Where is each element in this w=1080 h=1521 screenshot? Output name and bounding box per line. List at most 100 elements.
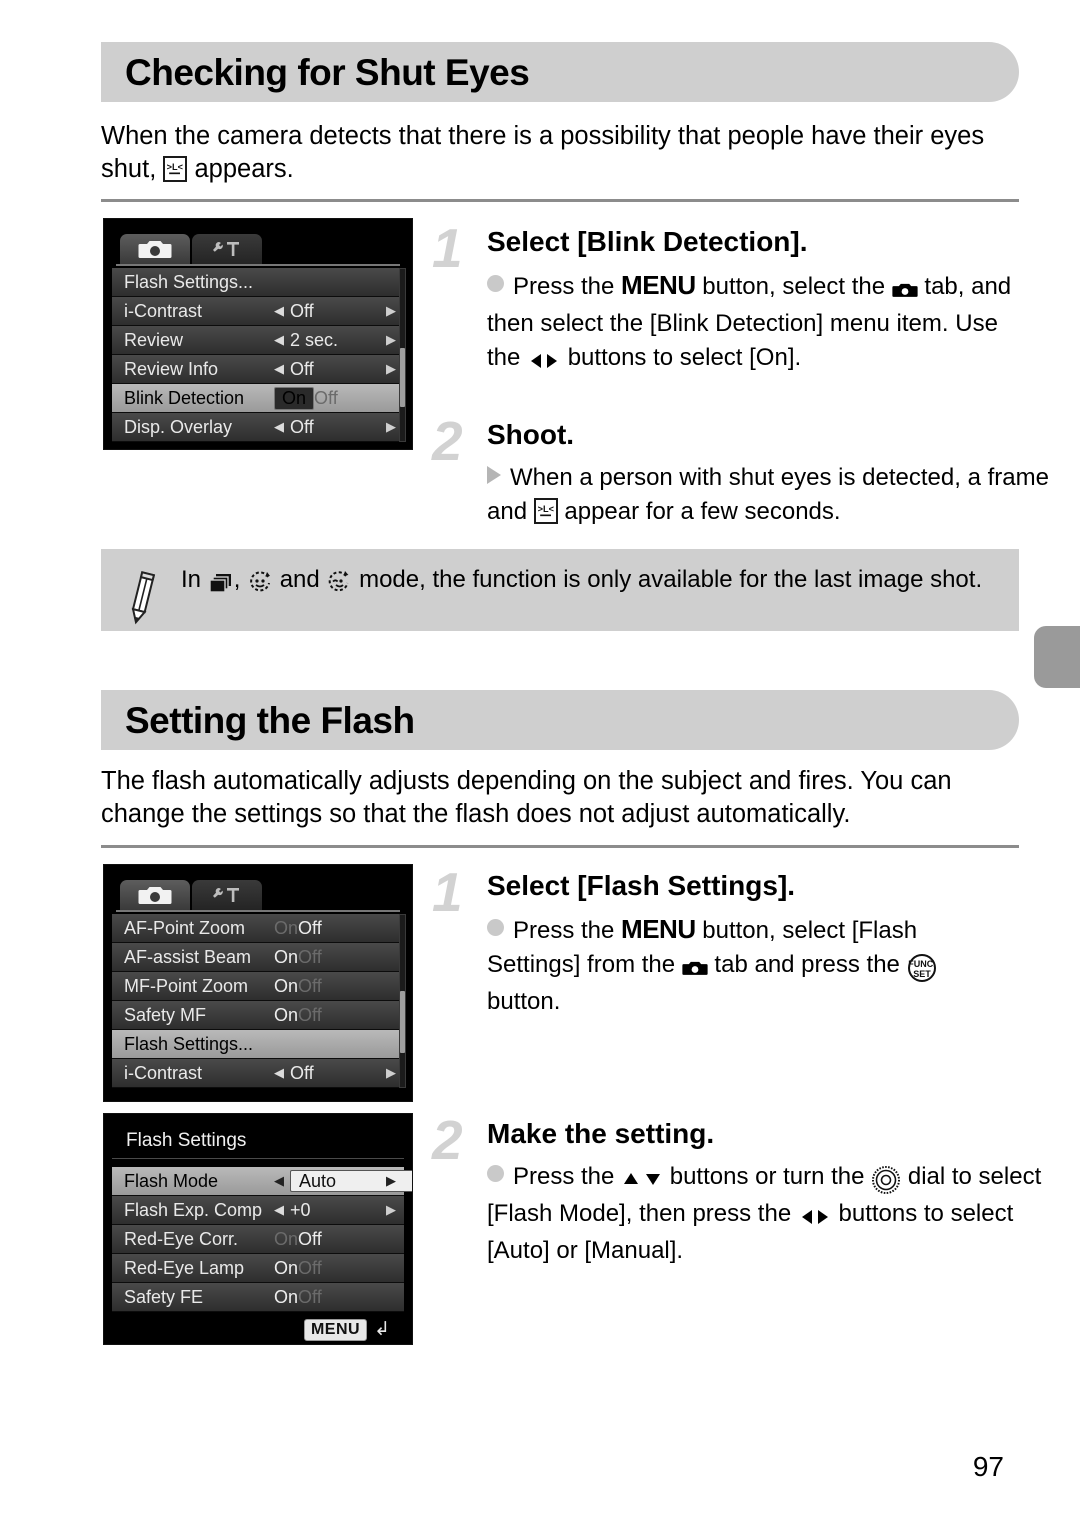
menu-tab-strip xyxy=(120,878,404,910)
menu-row[interactable]: Blink Detection On Off xyxy=(112,384,404,413)
option-off[interactable]: Off xyxy=(298,1229,322,1250)
menu-row[interactable]: Review Info ◀ Off ▶ xyxy=(112,355,404,384)
menu-row[interactable]: Review ◀ 2 sec. ▶ xyxy=(112,326,404,355)
left-arrow-icon[interactable]: ◀ xyxy=(274,1173,284,1189)
scrollbar-thumb[interactable] xyxy=(400,348,405,407)
menu-row[interactable]: Flash Mode ◀ Auto ▶ xyxy=(112,1167,412,1196)
control-dial-icon xyxy=(871,1163,901,1197)
menu-row-label: i-Contrast xyxy=(124,300,203,321)
option-off[interactable]: Off xyxy=(298,1287,322,1308)
left-arrow-icon[interactable]: ◀ xyxy=(274,1202,284,1218)
section-header-flash: Setting the Flash xyxy=(101,690,1019,750)
option-off[interactable]: Off xyxy=(298,947,322,968)
menu-row-value: On Off xyxy=(274,1258,404,1279)
menu-row[interactable]: Flash Exp. Comp ◀ +0 ▶ xyxy=(112,1196,404,1225)
camera-tab-icon xyxy=(892,273,918,307)
right-arrow-icon[interactable]: ▶ xyxy=(386,1173,396,1189)
right-arrow-icon[interactable]: ▶ xyxy=(386,419,396,435)
menu-row-label: MF-Point Zoom xyxy=(124,975,249,996)
settings-tab[interactable] xyxy=(192,234,262,264)
menu-row-label: Flash Exp. Comp xyxy=(124,1199,263,1220)
menu-row[interactable]: i-Contrast ◀ Off ▶ xyxy=(112,1059,404,1088)
bullet-triangle-icon xyxy=(487,466,501,484)
menu-row[interactable]: i-Contrast ◀ Off ▶ xyxy=(112,297,404,326)
option-off[interactable]: Off xyxy=(298,976,322,997)
menu-row-label: Flash Settings... xyxy=(124,1033,254,1054)
menu-row-value: On Off xyxy=(274,1005,404,1026)
svg-text:>L<: >L< xyxy=(537,504,553,514)
option-on[interactable]: On xyxy=(274,947,298,968)
menu-scrollbar[interactable] xyxy=(399,268,406,442)
right-arrow-icon[interactable]: ▶ xyxy=(386,332,396,348)
page-number: 97 xyxy=(972,1451,1004,1482)
step-body: Press the buttons or turn the dial to se… xyxy=(487,1160,1067,1268)
tab-underline xyxy=(116,910,400,912)
screenshot-shooting-menu-flash: AF-Point Zoom On Off AF-assist Beam On Off MF-… xyxy=(103,864,413,1102)
menu-row[interactable]: Flash Settings... xyxy=(112,268,404,297)
left-arrow-icon[interactable]: ◀ xyxy=(274,361,284,377)
scrollbar-thumb[interactable] xyxy=(400,990,405,1053)
dialog-title: Flash Settings xyxy=(112,1124,404,1159)
left-arrow-icon[interactable]: ◀ xyxy=(274,332,284,348)
menu-row[interactable]: Flash Settings... xyxy=(112,1030,404,1059)
option-on[interactable]: On xyxy=(274,918,298,939)
menu-row-label: Review xyxy=(124,329,184,350)
menu-scrollbar[interactable] xyxy=(399,914,406,1088)
menu-row-label: AF-Point Zoom xyxy=(124,917,246,938)
option-off[interactable]: Off xyxy=(314,388,338,409)
menu-row-label: Safety FE xyxy=(124,1286,204,1307)
step-title: Shoot. xyxy=(487,419,575,450)
step-title: Select [Flash Settings]. xyxy=(487,870,796,901)
camera-tab[interactable] xyxy=(120,880,190,910)
step-text-1: Press the xyxy=(513,273,622,300)
note-text: In , and mode, the function is only avai… xyxy=(181,563,982,599)
section-header-blink: Checking for Shut Eyes xyxy=(101,42,1019,102)
camera-tab[interactable] xyxy=(120,234,190,264)
option-off[interactable]: Off xyxy=(298,1005,322,1026)
menu-row[interactable]: Red-Eye Lamp On Off xyxy=(112,1254,404,1283)
option-on[interactable]: On xyxy=(274,1258,298,1279)
menu-row-label: Safety MF xyxy=(124,1004,207,1025)
step-number: 2 xyxy=(432,410,463,472)
step-text-2: button, select the xyxy=(695,273,892,300)
menu-row-label: Review Info xyxy=(124,358,219,379)
menu-row-setting: +0 xyxy=(290,1199,311,1220)
menu-row-value: On Off xyxy=(274,976,404,997)
pencil-icon xyxy=(119,563,181,634)
left-arrow-icon[interactable]: ◀ xyxy=(274,1065,284,1081)
menu-row[interactable]: Red-Eye Corr. On Off xyxy=(112,1225,404,1254)
note-text-before: In xyxy=(181,566,202,593)
option-off[interactable]: Off xyxy=(298,1258,322,1279)
menu-row[interactable]: MF-Point Zoom On Off xyxy=(112,972,404,1001)
menu-return-hint: MENU ↲ xyxy=(112,1312,404,1343)
step-title: Select [Blink Detection]. xyxy=(487,226,808,257)
menu-row-value: On Off xyxy=(274,1287,404,1308)
right-arrow-icon[interactable]: ▶ xyxy=(386,303,396,319)
menu-row-value: ◀ Off xyxy=(274,359,404,380)
menu-row-label: Flash Settings... xyxy=(124,271,254,292)
screenshot-shooting-menu-blink: Flash Settings... i-Contrast ◀ Off ▶ Review ◀ 2… xyxy=(103,218,413,450)
right-arrow-icon[interactable]: ▶ xyxy=(386,1202,396,1218)
note-comma: , xyxy=(233,566,241,593)
menu-row[interactable]: AF-Point Zoom On Off xyxy=(112,914,404,943)
option-on[interactable]: On xyxy=(274,1287,298,1308)
menu-row[interactable]: Disp. Overlay ◀ Off ▶ xyxy=(112,413,404,442)
right-arrow-icon[interactable]: ▶ xyxy=(386,361,396,377)
right-arrow-icon[interactable]: ▶ xyxy=(386,1065,396,1081)
menu-row[interactable]: Safety MF On Off xyxy=(112,1001,404,1030)
option-on[interactable]: On xyxy=(274,1005,298,1026)
menu-row[interactable]: AF-assist Beam On Off xyxy=(112,943,404,972)
menu-row-setting: Off xyxy=(290,300,314,321)
left-arrow-icon[interactable]: ◀ xyxy=(274,419,284,435)
settings-tab[interactable] xyxy=(192,880,262,910)
step-text-2: appear for a few seconds. xyxy=(557,498,841,525)
option-on[interactable]: On xyxy=(274,386,315,410)
option-off[interactable]: Off xyxy=(298,918,322,939)
menu-row[interactable]: Safety FE On Off xyxy=(112,1283,404,1312)
left-arrow-icon[interactable]: ◀ xyxy=(274,303,284,319)
bullet-dot-icon xyxy=(487,1165,504,1182)
left-right-buttons-icon xyxy=(527,344,561,378)
option-on[interactable]: On xyxy=(274,1229,298,1250)
option-on[interactable]: On xyxy=(274,976,298,997)
bullet-dot-icon xyxy=(487,919,504,936)
